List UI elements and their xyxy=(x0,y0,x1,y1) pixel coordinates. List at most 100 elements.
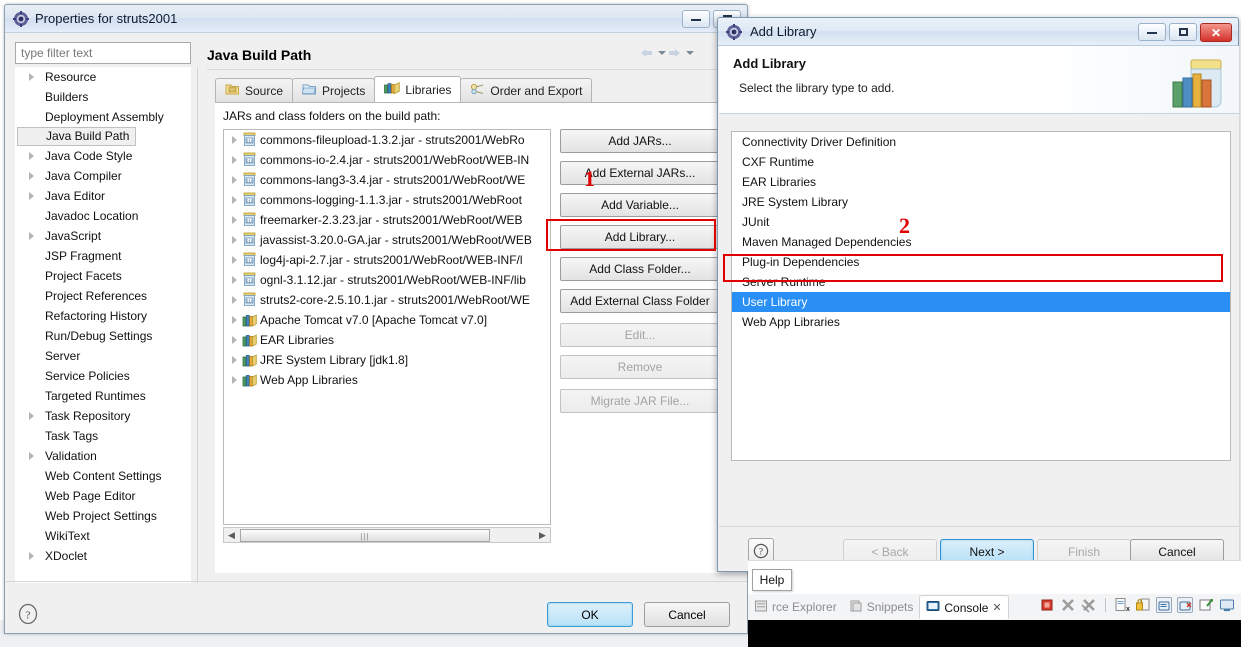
chevron-right-icon[interactable] xyxy=(232,316,237,324)
sidebar-item-deployment-assembly[interactable]: Deployment Assembly xyxy=(15,107,191,127)
sidebar-item-wikitext[interactable]: WikiText xyxy=(15,526,191,546)
chevron-right-icon[interactable] xyxy=(29,412,34,420)
pin-console-icon[interactable] xyxy=(1156,597,1172,613)
library-type-list-item[interactable]: Server Runtime xyxy=(732,272,1230,292)
help-question-icon[interactable]: ? xyxy=(17,603,39,625)
properties-cancel-button[interactable]: Cancel xyxy=(644,602,730,627)
sidebar-item-resource[interactable]: Resource xyxy=(15,67,191,87)
jar-list-horizontal-scrollbar[interactable]: ◀ ||| ▶ xyxy=(223,527,551,543)
chevron-right-icon[interactable] xyxy=(232,376,237,384)
display-selected-console-icon[interactable] xyxy=(1177,597,1193,613)
build-path-entry-row[interactable]: 010 commons-io-2.4.jar - struts2001/WebRo… xyxy=(224,150,550,170)
build-path-entry-row[interactable]: 010 commons-fileupload-1.3.2.jar - struts… xyxy=(224,130,550,150)
scrollbar-thumb[interactable]: ||| xyxy=(240,528,490,542)
tab-source[interactable]: Source xyxy=(215,78,294,102)
sidebar-item-jsp-fragment[interactable]: JSP Fragment xyxy=(15,246,191,266)
properties-tree[interactable]: Resource Builders Deployment Assembly Java … xyxy=(15,67,191,583)
filter-input[interactable]: type filter text xyxy=(15,42,191,64)
properties-titlebar[interactable]: Properties for struts2001 xyxy=(5,5,747,33)
build-path-entry-row[interactable]: Web App Libraries xyxy=(224,370,550,390)
add-class-folder-button[interactable]: Add Class Folder... xyxy=(560,257,720,281)
build-path-entry-row[interactable]: 010 ognl-3.1.12.jar - struts2001/WebRoot/… xyxy=(224,270,550,290)
sidebar-item-validation[interactable]: Validation xyxy=(15,446,191,466)
library-type-list[interactable]: Connectivity Driver Definition CXF Runtim… xyxy=(731,131,1231,461)
library-type-list-item[interactable]: CXF Runtime xyxy=(732,152,1230,172)
scroll-right-icon[interactable]: ▶ xyxy=(535,528,550,542)
tab-order-and-export[interactable]: Order and Export xyxy=(460,78,593,102)
build-path-entry-row[interactable]: 010 freemarker-2.3.23.jar - struts2001/We… xyxy=(224,210,550,230)
sidebar-item-xdoclet[interactable]: XDoclet xyxy=(15,546,191,566)
library-type-list-item[interactable]: EAR Libraries xyxy=(732,172,1230,192)
sidebar-item-project-facets[interactable]: Project Facets xyxy=(15,266,191,286)
chevron-right-icon[interactable] xyxy=(29,152,34,160)
add-library-button[interactable]: Add Library... xyxy=(560,225,720,249)
chevron-right-icon[interactable] xyxy=(232,216,237,224)
chevron-right-icon[interactable] xyxy=(29,172,34,180)
sidebar-item-refactoring-history[interactable]: Refactoring History xyxy=(15,306,191,326)
library-type-list-item[interactable]: JUnit xyxy=(732,212,1230,232)
tab-projects[interactable]: Projects xyxy=(292,78,376,102)
sidebar-item-web-content-settings[interactable]: Web Content Settings xyxy=(15,466,191,486)
chevron-right-icon[interactable] xyxy=(232,356,237,364)
tab-console[interactable]: Console ✕ xyxy=(919,595,1009,619)
library-type-list-item[interactable]: Web App Libraries xyxy=(732,312,1230,332)
tab-libraries[interactable]: Libraries xyxy=(374,76,462,102)
build-path-entry-row[interactable]: 010 struts2-core-2.5.10.1.jar - struts200… xyxy=(224,290,550,310)
build-path-entry-row[interactable]: EAR Libraries xyxy=(224,330,550,350)
chevron-right-icon[interactable] xyxy=(29,452,34,460)
chevron-right-icon[interactable] xyxy=(29,232,34,240)
sidebar-item-task-tags[interactable]: Task Tags xyxy=(15,426,191,446)
chevron-right-icon[interactable] xyxy=(232,256,237,264)
close-icon[interactable]: ✕ xyxy=(1200,23,1232,42)
library-type-list-item[interactable]: Maven Managed Dependencies xyxy=(732,232,1230,252)
library-type-list-item[interactable]: Connectivity Driver Definition xyxy=(732,132,1230,152)
sidebar-item-project-references[interactable]: Project References xyxy=(15,286,191,306)
chevron-right-icon[interactable] xyxy=(29,192,34,200)
tab-snippets[interactable]: Snippets xyxy=(843,596,920,618)
remove-launch-icon[interactable] xyxy=(1060,597,1076,613)
chevron-right-icon[interactable] xyxy=(232,236,237,244)
chevron-right-icon[interactable] xyxy=(29,552,34,560)
sidebar-item-java-compiler[interactable]: Java Compiler xyxy=(15,166,191,186)
forward-arrow-icon[interactable] xyxy=(669,47,683,59)
close-icon[interactable]: ✕ xyxy=(992,601,1001,614)
scroll-left-icon[interactable]: ◀ xyxy=(224,528,239,542)
sidebar-item-service-policies[interactable]: Service Policies xyxy=(15,366,191,386)
build-path-entry-row[interactable]: 010 javassist-3.20.0-GA.jar - struts2001/… xyxy=(224,230,550,250)
terminate-icon[interactable] xyxy=(1039,597,1055,613)
sidebar-item-targeted-runtimes[interactable]: Targeted Runtimes xyxy=(15,386,191,406)
add-external-class-folder-button[interactable]: Add External Class Folder xyxy=(560,289,720,313)
console-toolbar[interactable]: x xyxy=(1039,597,1235,613)
user-library-list-item[interactable]: User Library xyxy=(732,292,1230,312)
sidebar-item-task-repository[interactable]: Task Repository xyxy=(15,406,191,426)
bottom-view-tabs[interactable]: rce Explorer Snippets Console ✕ x xyxy=(748,594,1241,620)
build-path-entry-row[interactable]: 010 log4j-api-2.7.jar - struts2001/WebRoo… xyxy=(224,250,550,270)
add-variable-button[interactable]: Add Variable... xyxy=(560,193,720,217)
sidebar-item-server[interactable]: Server xyxy=(15,346,191,366)
chevron-right-icon[interactable] xyxy=(232,196,237,204)
scroll-lock-icon[interactable] xyxy=(1135,597,1151,613)
library-type-list-item[interactable]: JRE System Library xyxy=(732,192,1230,212)
chevron-right-icon[interactable] xyxy=(232,296,237,304)
build-path-tabs[interactable]: Source Projects Libraries Order and Export xyxy=(215,76,593,102)
library-type-list-item[interactable]: Plug-in Dependencies xyxy=(732,252,1230,272)
minimize-button[interactable] xyxy=(1138,23,1166,41)
back-chevron-down-icon[interactable] xyxy=(658,51,666,55)
maximize-button[interactable] xyxy=(1169,23,1197,41)
chevron-right-icon[interactable] xyxy=(232,336,237,344)
sidebar-item-web-project-settings[interactable]: Web Project Settings xyxy=(15,506,191,526)
sidebar-item-javadoc-location[interactable]: Javadoc Location xyxy=(15,206,191,226)
sidebar-item-java-editor[interactable]: Java Editor xyxy=(15,186,191,206)
clear-console-icon[interactable]: x xyxy=(1114,597,1130,613)
sidebar-item-builders[interactable]: Builders xyxy=(15,87,191,107)
add-library-titlebar[interactable]: Add Library ✕ xyxy=(718,18,1238,46)
ok-button[interactable]: OK xyxy=(547,602,633,627)
sidebar-item-java-build-path[interactable]: Java Build Path xyxy=(17,127,137,146)
navigation-arrows[interactable] xyxy=(641,47,694,59)
sidebar-item-run-debug-settings[interactable]: Run/Debug Settings xyxy=(15,326,191,346)
tab-resource-explorer[interactable]: rce Explorer xyxy=(748,596,843,618)
new-console-view-icon[interactable] xyxy=(1219,597,1235,613)
sidebar-item-javascript[interactable]: JavaScript xyxy=(15,226,191,246)
remove-all-launches-icon[interactable] xyxy=(1081,597,1097,613)
chevron-right-icon[interactable] xyxy=(232,276,237,284)
